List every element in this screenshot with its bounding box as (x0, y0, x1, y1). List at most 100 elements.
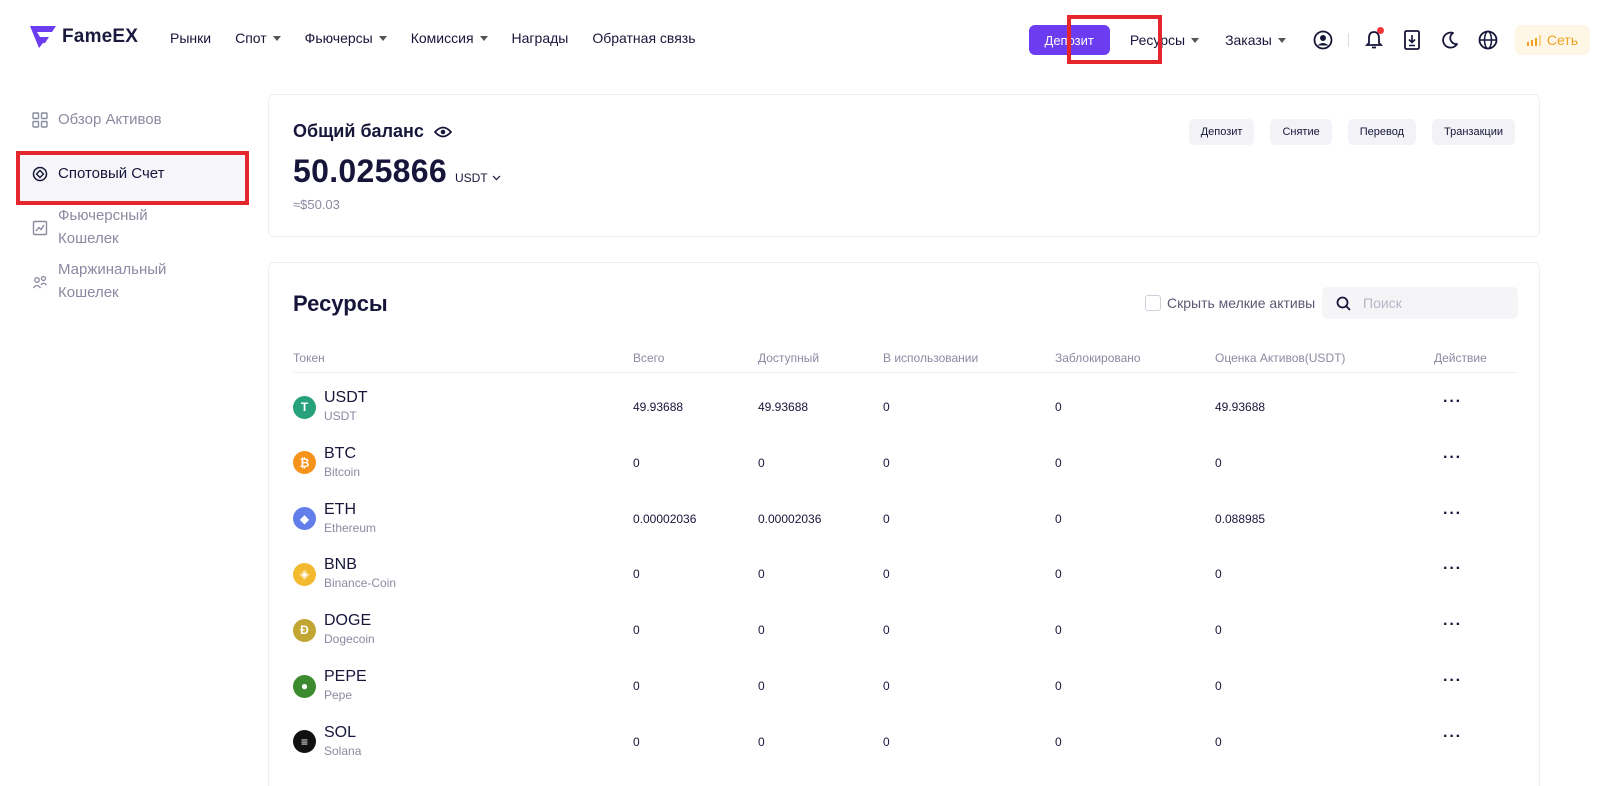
balance-currency-select[interactable]: USDT (455, 171, 501, 185)
doge-coin-icon: Ð (293, 618, 316, 642)
moon-icon[interactable] (1439, 29, 1461, 51)
cell-locked: 0 (1055, 734, 1062, 749)
more-actions-icon[interactable]: ··· (1443, 449, 1462, 467)
grid-icon (32, 112, 48, 128)
col-valuation: Оценка Активов(USDT) (1215, 351, 1346, 365)
token-symbol: USDT (324, 389, 368, 406)
search-input[interactable] (1363, 295, 1503, 311)
signal-icon (1526, 34, 1541, 46)
balance-card: Общий баланс 50.025866 USDT ≈$50.03 Депо… (268, 94, 1540, 237)
col-in-use: В использовании (883, 351, 979, 365)
table-row: ◈ BNB Binance-Coin 0 0 0 0 0 ··· (293, 542, 1518, 598)
withdraw-button[interactable]: Снятие (1270, 119, 1332, 145)
search-icon (1336, 296, 1351, 311)
token-name: Bitcoin (324, 464, 361, 479)
more-actions-icon[interactable]: ··· (1443, 393, 1462, 411)
nav-markets[interactable]: Рынки (170, 30, 211, 46)
cell-valuation: 0 (1215, 734, 1222, 749)
cell-total: 49.93688 (633, 400, 684, 414)
balance-currency: USDT (454, 171, 488, 185)
sidebar-item-margin-wallet[interactable]: Маржинальный Кошелек (32, 258, 192, 304)
token-cell: ≡ SOL Solana (293, 724, 361, 760)
nav-spot[interactable]: Спот (235, 30, 281, 46)
sidebar-item-label: Спотовый Счет (58, 165, 165, 182)
transfer-button[interactable]: Перевод (1347, 119, 1417, 145)
more-actions-icon[interactable]: ··· (1443, 505, 1462, 523)
cell-total: 0 (633, 623, 640, 638)
cell-total: 0 (633, 455, 640, 470)
token-name: USDT (324, 409, 357, 423)
user-icon[interactable] (1312, 29, 1334, 51)
more-actions-icon[interactable]: ··· (1443, 560, 1462, 578)
cell-total: 0 (633, 679, 640, 693)
balance-title: Общий баланс (293, 121, 452, 142)
search-box (1322, 287, 1518, 319)
cell-in-use: 0 (883, 567, 890, 582)
balance-amount: 50.025866 USDT (293, 153, 501, 190)
nav-feedback[interactable]: Обратная связь (592, 30, 695, 46)
sidebar-item-spot-account[interactable]: Спотовый Счет (32, 162, 165, 185)
nav-rewards[interactable]: Награды (512, 30, 569, 46)
btc-coin-icon: ₿ (293, 451, 316, 475)
token-name: Pepe (324, 688, 353, 702)
col-available: Доступный (758, 351, 820, 365)
cell-locked: 0 (1055, 567, 1062, 582)
network-status-button[interactable]: Сеть (1514, 25, 1590, 55)
balance-value: 50.025866 (293, 153, 447, 189)
logo-icon (30, 26, 56, 48)
eye-icon[interactable] (433, 126, 452, 138)
cell-total: 0 (633, 567, 640, 582)
token-cell: ◆ ETH Ethereum (293, 501, 376, 537)
nav-futures[interactable]: Фьючерсы (305, 30, 387, 46)
usdt-coin-icon: T (293, 395, 316, 419)
more-actions-icon[interactable]: ··· (1443, 672, 1462, 690)
caret-down-icon (1191, 37, 1200, 43)
bell-icon[interactable] (1363, 27, 1385, 51)
download-icon[interactable] (1401, 29, 1423, 51)
token-cell: ₿ BTC Bitcoin (293, 445, 360, 481)
token-symbol: BTC (324, 444, 356, 462)
orders-menu[interactable]: Заказы (1225, 32, 1286, 48)
table-row: ≡ SOL Solana 0 0 0 0 0 ··· (293, 710, 1518, 766)
nav-label: Награды (511, 30, 569, 46)
sidebar: Обзор Активов Спотовый Счет Фьючерсный К… (0, 80, 260, 786)
token-text: DOGE Dogecoin (324, 612, 375, 648)
sidebar-item-label: Фьючерсный Кошелек (58, 207, 148, 247)
deposit-action-button[interactable]: Депозит (1188, 119, 1255, 145)
table-header: Токен Всего Доступный В использовании За… (293, 349, 1518, 373)
cell-valuation: 0 (1215, 623, 1222, 638)
balance-actions: Депозит Снятие Перевод Транзакции (1188, 119, 1515, 145)
more-actions-icon[interactable]: ··· (1443, 616, 1462, 634)
token-name: Ethereum (324, 520, 377, 535)
table-row: ● PEPE Pepe 0 0 0 0 0 ··· (293, 654, 1518, 710)
nav-commission[interactable]: Комиссия (411, 30, 488, 46)
token-name: Binance-Coin (324, 576, 397, 591)
token-text: ETH Ethereum (324, 501, 376, 537)
token-symbol: BNB (324, 556, 357, 574)
more-actions-icon[interactable]: ··· (1443, 728, 1462, 746)
col-total: Всего (633, 351, 665, 365)
logo[interactable]: FameEX (30, 26, 138, 48)
hide-small-assets-toggle[interactable]: Скрыть мелкие активы (1145, 295, 1315, 311)
cell-total: 0 (633, 734, 640, 749)
chart-icon (32, 220, 48, 236)
eth-coin-icon: ◆ (293, 507, 316, 531)
sidebar-item-overview[interactable]: Обзор Активов (32, 108, 162, 131)
token-symbol: SOL (324, 723, 357, 741)
bnb-coin-icon: ◈ (293, 562, 316, 586)
token-text: BTC Bitcoin (324, 445, 360, 481)
nav-label: Рынки (170, 30, 212, 46)
balance-title-text: Общий баланс (293, 121, 424, 141)
globe-icon[interactable] (1477, 29, 1499, 51)
cell-valuation: 0 (1215, 679, 1222, 693)
table-row: T USDT USDT 49.93688 49.93688 0 0 49.93688 ··· (293, 375, 1518, 431)
assets-card: Ресурсы Скрыть мелкие активы Токен Всего… (268, 262, 1540, 786)
caret-down-icon (1277, 37, 1286, 43)
notification-dot (1376, 27, 1384, 34)
table-row: Ð DOGE Dogecoin 0 0 0 0 0 ··· (293, 598, 1518, 654)
hide-small-checkbox[interactable] (1145, 295, 1161, 311)
cell-available: 0 (758, 734, 765, 749)
sidebar-item-futures-wallet[interactable]: Фьючерсный Кошелек (32, 204, 182, 250)
transactions-button[interactable]: Транзакции (1432, 119, 1515, 145)
table-row: ₿ BTC Bitcoin 0 0 0 0 0 ··· (293, 431, 1518, 487)
